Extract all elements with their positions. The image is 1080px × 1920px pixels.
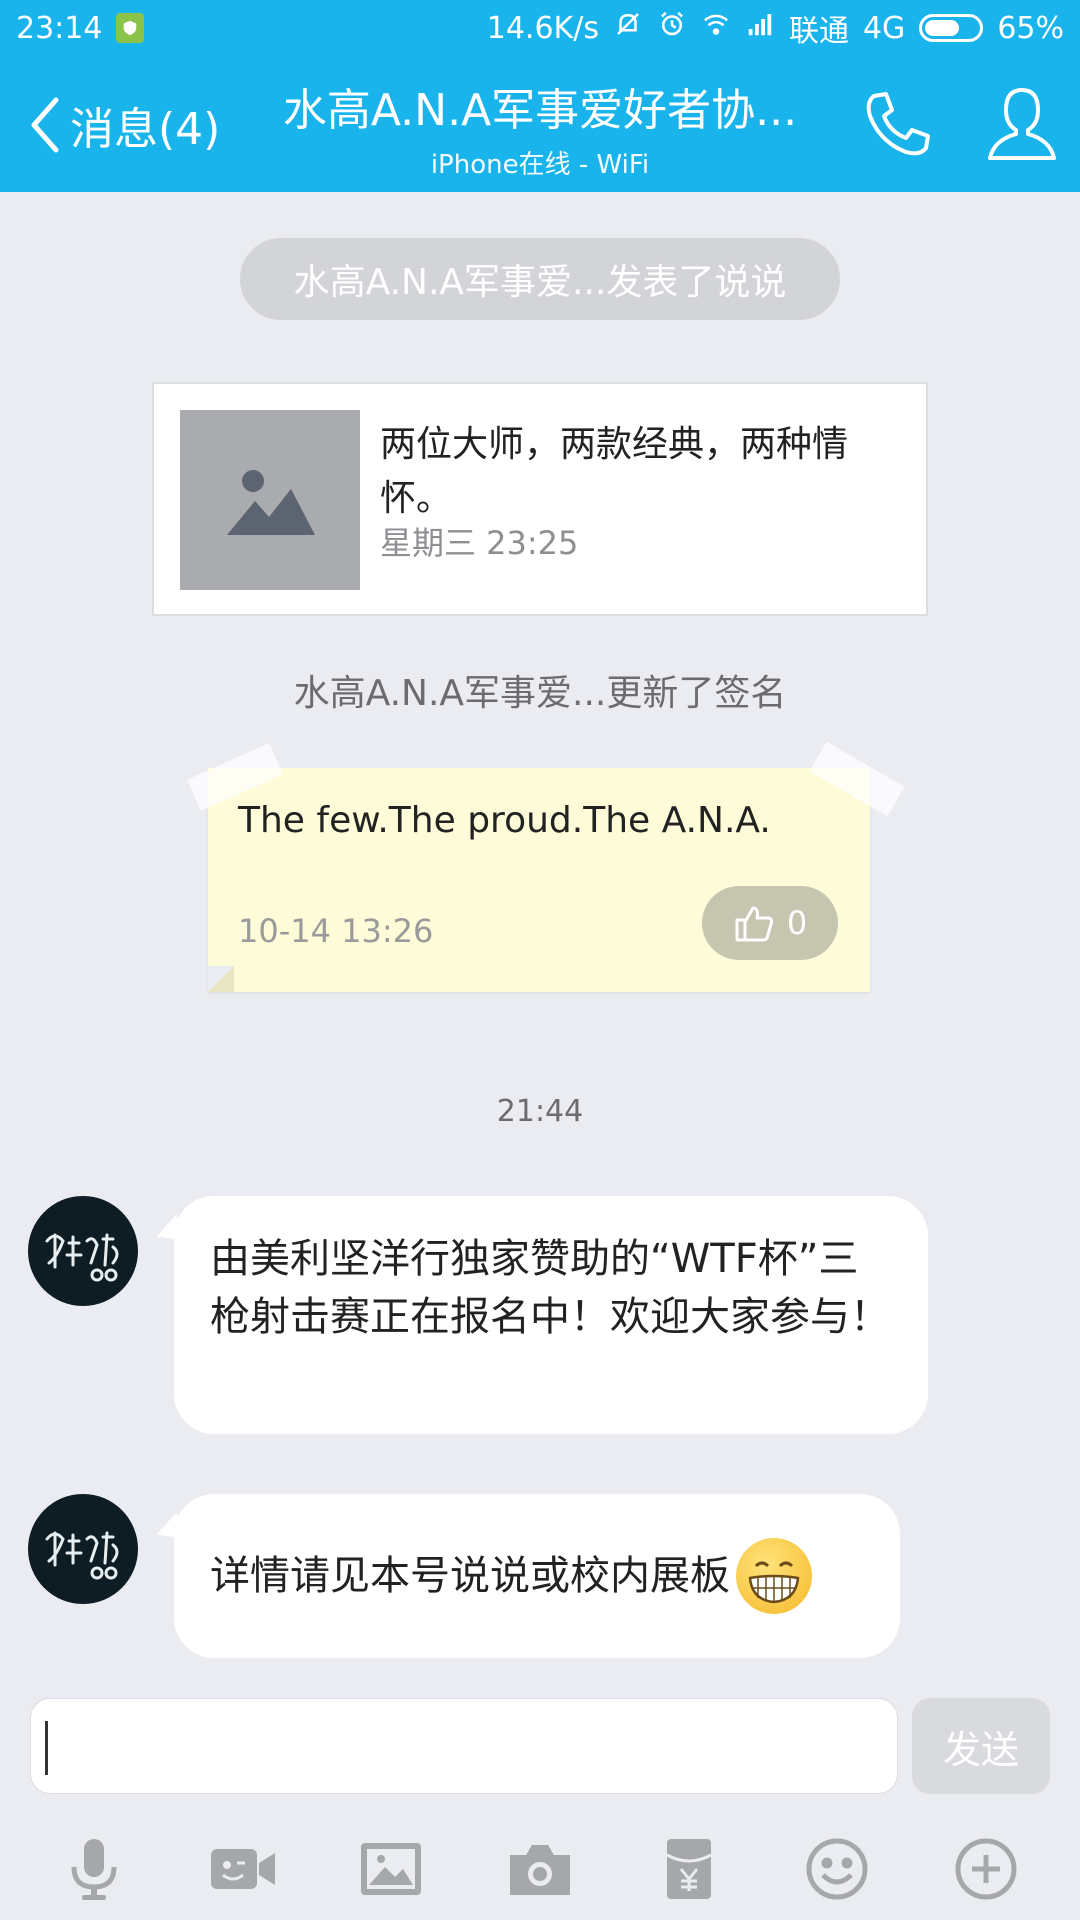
carrier-label: 联通 (788, 14, 849, 49)
note-fold (208, 966, 234, 992)
camera-icon[interactable] (494, 1823, 586, 1915)
signature-text: The few.The proud.The A.N.A. (238, 800, 771, 841)
profile-icon[interactable] (984, 84, 1060, 164)
message-bubble[interactable]: 由美利坚洋行独家赞助的“WTF杯”三枪射击赛正在报名中！欢迎大家参与！ (174, 1196, 928, 1434)
battery-percent: 65% (997, 10, 1064, 46)
alarm-icon (657, 9, 687, 47)
image-placeholder-icon (180, 410, 360, 590)
like-button[interactable]: 0 (702, 886, 838, 960)
microphone-icon[interactable] (48, 1823, 140, 1915)
avatar[interactable] (28, 1494, 138, 1604)
message-text: 由美利坚洋行独家赞助的“WTF杯”三枪射击赛正在报名中！欢迎大家参与！ (210, 1236, 890, 1340)
red-packet-icon[interactable] (643, 1823, 735, 1915)
title-bar: 消息(4) 水高A.N.A军事爱好者协... iPhone在线 - WiFi (0, 56, 1080, 192)
battery-icon (919, 14, 984, 42)
phone-icon[interactable] (860, 86, 936, 162)
signature-update-notice: 水高A.N.A军事爱...更新了签名 (293, 673, 787, 714)
plus-icon[interactable] (940, 1823, 1032, 1915)
message-bubble[interactable]: 详情请见本号说说或校内展板 (174, 1494, 900, 1658)
wifi-icon (701, 9, 731, 47)
status-time: 23:14 (16, 10, 103, 46)
chat-title: 水高A.N.A军事爱好者协... (282, 85, 798, 136)
chat-title-block[interactable]: 水高A.N.A军事爱好者协... iPhone在线 - WiFi (240, 74, 840, 181)
text-caret (45, 1721, 48, 1775)
signal-icon (745, 9, 775, 47)
message-input[interactable] (30, 1698, 898, 1794)
chevron-left-icon (31, 97, 59, 153)
shared-post-text: 两位大师，两款经典，两种情怀。 (380, 424, 849, 519)
online-status: iPhone在线 - WiFi (430, 150, 650, 180)
video-icon[interactable] (197, 1823, 289, 1915)
chat-toolbar (0, 1818, 1080, 1920)
back-button[interactable]: 消息(4) (26, 90, 220, 160)
message-timestamp: 21:44 (496, 1094, 584, 1129)
image-icon[interactable] (345, 1823, 437, 1915)
grin-emoji-icon (736, 1538, 812, 1614)
signature-note[interactable]: The few.The proud.The A.N.A. 10-14 13:26… (208, 768, 870, 992)
thumbs-up-icon (735, 906, 773, 942)
security-shield-icon (116, 13, 145, 43)
net-speed: 14.6K/s (486, 10, 599, 46)
avatar[interactable] (28, 1196, 138, 1306)
send-button[interactable]: 发送 (912, 1698, 1050, 1794)
system-notice-pill: 水高A.N.A军事爱...发表了说说 (240, 238, 840, 320)
like-count: 0 (786, 904, 808, 942)
status-bar: 23:14 14.6K/s 联通 4G 65% (0, 0, 1080, 56)
shared-post-card[interactable]: 两位大师，两款经典，两种情怀。 星期三 23:25 (152, 382, 928, 616)
back-label: 消息(4) (70, 104, 221, 155)
network-type: 4G (862, 10, 906, 46)
mute-bell-icon (613, 9, 643, 47)
signature-date: 10-14 13:26 (238, 912, 434, 950)
emoji-icon[interactable] (791, 1823, 883, 1915)
shared-post-date: 星期三 23:25 (380, 524, 579, 562)
message-text: 详情请见本号说说或校内展板 (210, 1553, 730, 1599)
